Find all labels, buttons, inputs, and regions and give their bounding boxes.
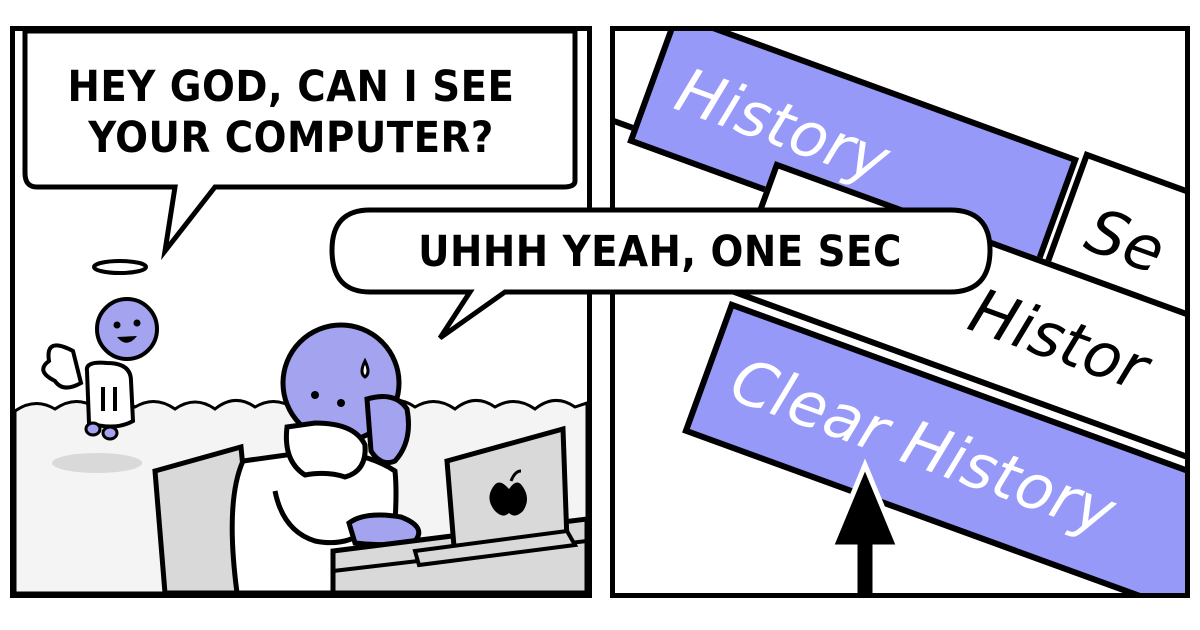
speech-reply-text: UHHH YEAH, ONE SEC: [418, 227, 902, 277]
speech-bubble-reply-shape: [329, 207, 993, 341]
